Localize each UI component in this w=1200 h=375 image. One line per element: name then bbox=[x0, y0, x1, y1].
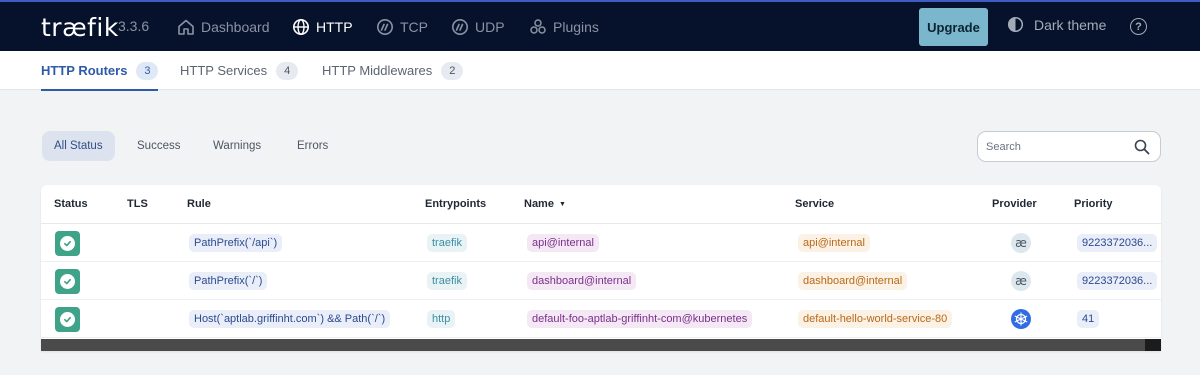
search-box[interactable] bbox=[977, 131, 1161, 162]
col-name[interactable]: Name ▼ bbox=[524, 198, 566, 210]
filter-warnings[interactable]: Warnings bbox=[201, 131, 273, 161]
middlewares-count-badge: 2 bbox=[441, 61, 464, 80]
nav-dashboard[interactable]: Dashboard bbox=[177, 15, 270, 39]
svg-text:æ: æ bbox=[1015, 236, 1027, 250]
udp-icon bbox=[452, 19, 468, 35]
scrollbar-corner bbox=[1145, 339, 1161, 351]
table-row[interactable]: PathPrefix(`/api`) traefik api@internal … bbox=[41, 224, 1161, 262]
filter-all-status[interactable]: All Status bbox=[42, 131, 115, 161]
router-name-chip: default-foo-aptlab-griffinht-com@kuberne… bbox=[527, 310, 753, 328]
version-label: 3.3.6 bbox=[118, 18, 150, 34]
dark-theme-label: Dark theme bbox=[1034, 16, 1107, 33]
priority-chip: 9223372036... bbox=[1077, 272, 1158, 290]
success-status-icon bbox=[55, 307, 80, 332]
col-tls[interactable]: TLS bbox=[127, 198, 148, 210]
service-chip: api@internal bbox=[798, 234, 870, 252]
search-input[interactable] bbox=[986, 137, 1126, 157]
kubernetes-provider-icon bbox=[1011, 309, 1031, 329]
upgrade-button[interactable]: Upgrade bbox=[919, 8, 988, 46]
dark-theme-toggle[interactable]: Dark theme bbox=[1007, 16, 1106, 33]
success-status-icon bbox=[55, 231, 80, 256]
success-status-icon bbox=[55, 269, 80, 294]
col-priority[interactable]: Priority bbox=[1074, 198, 1113, 210]
nav-tcp[interactable]: TCP bbox=[376, 15, 428, 39]
col-rule[interactable]: Rule bbox=[187, 198, 211, 210]
col-name-label: Name bbox=[524, 198, 554, 210]
col-status[interactable]: Status bbox=[54, 198, 88, 210]
internal-provider-icon: æ bbox=[1011, 233, 1031, 253]
search-icon[interactable] bbox=[1134, 139, 1150, 155]
entrypoint-chip: traefik bbox=[427, 234, 467, 252]
table-row[interactable]: PathPrefix(`/`) traefik dashboard@intern… bbox=[41, 262, 1161, 300]
tab-http-routers[interactable]: HTTP Routers 3 bbox=[41, 51, 159, 91]
http-subnav: HTTP Routers 3 HTTP Services 4 HTTP Midd… bbox=[0, 51, 1200, 91]
nav-udp[interactable]: UDP bbox=[451, 15, 505, 39]
rule-chip: PathPrefix(`/`) bbox=[189, 272, 268, 290]
nav-http-label: HTTP bbox=[316, 19, 353, 35]
plugins-icon bbox=[530, 19, 546, 34]
tab-http-services-label: HTTP Services bbox=[180, 63, 268, 78]
home-icon bbox=[178, 19, 194, 35]
routers-count-badge: 3 bbox=[136, 61, 159, 80]
nav-plugins[interactable]: Plugins bbox=[529, 15, 599, 39]
service-chip: dashboard@internal bbox=[798, 272, 908, 290]
tcp-icon bbox=[377, 19, 393, 35]
globe-icon bbox=[293, 19, 309, 35]
filter-errors[interactable]: Errors bbox=[285, 131, 340, 161]
tab-http-services[interactable]: HTTP Services 4 bbox=[180, 51, 299, 90]
table-header: Status TLS Rule Entrypoints Name ▼ Servic… bbox=[41, 185, 1161, 224]
top-navbar: træfik 3.3.6 Dashboard HTTP TCP UDP Plug… bbox=[0, 0, 1200, 51]
internal-provider-icon: æ bbox=[1011, 271, 1031, 291]
rule-chip: PathPrefix(`/api`) bbox=[189, 234, 283, 252]
services-count-badge: 4 bbox=[276, 61, 299, 80]
col-provider[interactable]: Provider bbox=[992, 198, 1037, 210]
traefik-logo[interactable]: træfik bbox=[41, 13, 119, 42]
filter-success[interactable]: Success bbox=[125, 131, 192, 161]
nav-dashboard-label: Dashboard bbox=[201, 19, 270, 35]
router-name-chip: dashboard@internal bbox=[527, 272, 637, 290]
col-entrypoints[interactable]: Entrypoints bbox=[425, 198, 486, 210]
nav-http[interactable]: HTTP bbox=[292, 15, 353, 39]
nav-plugins-label: Plugins bbox=[553, 19, 599, 35]
tab-http-routers-label: HTTP Routers bbox=[41, 63, 128, 78]
priority-chip: 9223372036... bbox=[1077, 234, 1158, 252]
col-service[interactable]: Service bbox=[795, 198, 834, 210]
service-chip: default-hello-world-service-80 bbox=[798, 310, 953, 328]
entrypoint-chip: traefik bbox=[427, 272, 467, 290]
svg-text:æ: æ bbox=[1015, 274, 1027, 288]
routers-table: Status TLS Rule Entrypoints Name ▼ Servic… bbox=[41, 185, 1161, 351]
entrypoint-chip: http bbox=[427, 310, 456, 328]
router-name-chip: api@internal bbox=[527, 234, 599, 252]
nav-udp-label: UDP bbox=[475, 19, 505, 35]
nav-tcp-label: TCP bbox=[400, 19, 428, 35]
tab-http-middlewares-label: HTTP Middlewares bbox=[322, 63, 433, 78]
rule-chip: Host(`aptlab.griffinht.com`) && Path(`/`… bbox=[189, 310, 391, 328]
table-row[interactable]: Host(`aptlab.griffinht.com`) && Path(`/`… bbox=[41, 300, 1161, 338]
help-icon[interactable]: ? bbox=[1130, 18, 1147, 35]
contrast-icon bbox=[1007, 16, 1024, 33]
tab-http-middlewares[interactable]: HTTP Middlewares 2 bbox=[322, 51, 464, 90]
horizontal-scrollbar[interactable] bbox=[41, 339, 1161, 351]
sort-desc-icon[interactable]: ▼ bbox=[559, 201, 566, 208]
priority-chip: 41 bbox=[1077, 310, 1100, 328]
